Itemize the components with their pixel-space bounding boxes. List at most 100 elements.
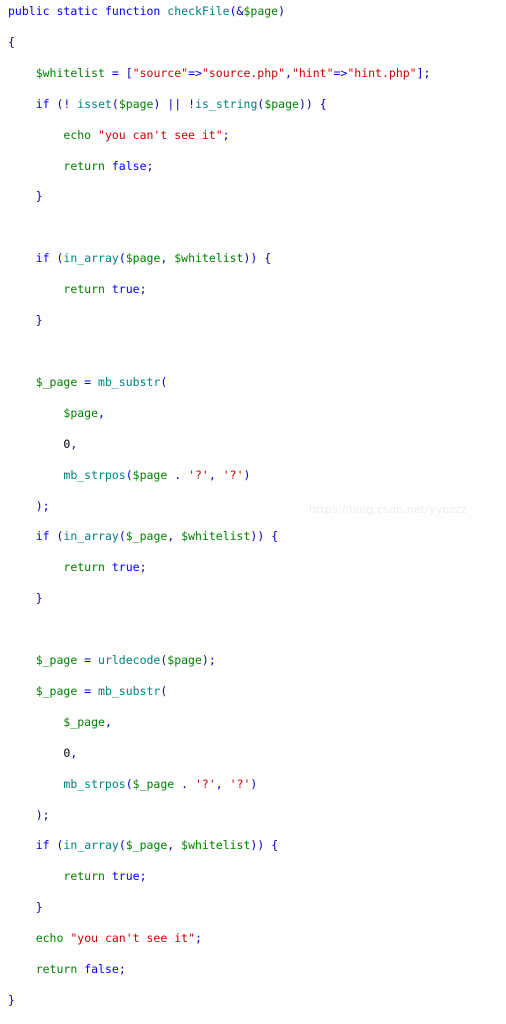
code-token-punc: {	[264, 529, 279, 544]
code-line: return false;	[8, 159, 506, 174]
code-token-punc: {	[8, 34, 15, 49]
code-token-var: $whitelist	[181, 838, 251, 853]
code-token-var: $page	[132, 467, 168, 482]
code-token-punc: }	[35, 189, 43, 204]
code-token-punc: ;	[139, 282, 147, 297]
code-token-punc: ))	[243, 251, 258, 266]
code-line: $_page = mb_substr(	[8, 375, 506, 390]
code-token-punc: );	[201, 653, 216, 668]
code-token-punc: (	[118, 838, 126, 853]
code-line: echo "you can't see it";	[8, 931, 506, 946]
code-line: ​	[8, 344, 506, 359]
code-token-echo: echo	[63, 127, 92, 142]
code-token-punc: [	[125, 65, 133, 80]
code-token-punc: )	[278, 4, 286, 18]
code-token-punc: ;	[194, 931, 202, 946]
code-token-punc: {	[312, 96, 327, 111]
code-token-punc: ;	[118, 962, 126, 977]
code-token-punc: (	[49, 251, 64, 266]
code-token-echo: return	[63, 560, 105, 575]
code-line: return false;	[8, 962, 506, 977]
code-token-const: false	[84, 962, 119, 977]
code-token-num: 0	[63, 745, 71, 760]
code-token-str: '?'	[195, 776, 216, 791]
code-token-punc: );	[35, 498, 50, 513]
code-token-punc: (	[125, 776, 133, 791]
code-token-fn: isset	[77, 96, 112, 111]
code-token-str: "you can't see it"	[98, 127, 223, 142]
code-line: ​	[8, 622, 506, 637]
code-token-str: "source.php"	[201, 65, 286, 80]
code-token-op: =	[77, 653, 99, 668]
code-token-var: $_page	[63, 714, 105, 729]
code-line: $_page = mb_substr(	[8, 684, 506, 699]
code-token-punc: ))	[250, 529, 265, 544]
code-token-kw: if	[35, 838, 50, 853]
code-token-const: true	[111, 869, 140, 884]
code-token-echo: echo	[35, 931, 64, 946]
code-line: );	[8, 808, 506, 823]
code-token-echo: return	[63, 869, 105, 884]
code-token-var: $_page	[125, 529, 168, 544]
code-token-punc: (	[118, 251, 126, 266]
code-line: mb_strpos($_page . '?', '?')	[8, 777, 506, 792]
code-token-punc: (	[160, 653, 168, 668]
code-token-const: true	[111, 560, 140, 575]
code-token-const: true	[111, 282, 140, 297]
code-token-fn: mb_strpos	[63, 467, 126, 482]
code-token-punc: ;	[139, 560, 147, 575]
code-line: }	[8, 591, 506, 606]
code-line: }	[8, 189, 506, 204]
code-token-var: $page	[264, 96, 299, 111]
code-token-fn: urldecode	[98, 653, 161, 668]
code-line: }	[8, 313, 506, 328]
code-line: if (in_array($_page, $whitelist)) {	[8, 529, 506, 544]
code-token-punc: ))	[250, 838, 265, 853]
code-token-op: =>	[333, 65, 348, 80]
code-viewer: public static function checkFile(&$page)…	[0, 0, 506, 1007]
source-code-block[interactable]: public static function checkFile(&$page)…	[8, 4, 506, 1024]
code-token-fn: mb_substr	[98, 374, 161, 389]
code-token-punc: }	[8, 993, 15, 1007]
code-line: 0,	[8, 437, 506, 452]
code-token-punc: ,	[208, 467, 223, 482]
code-token-punc: }	[35, 900, 43, 915]
code-line: $_page = urldecode($page);	[8, 653, 506, 668]
code-token-var: $_page	[35, 683, 78, 698]
code-line: }	[8, 900, 506, 915]
code-token-fn: checkFile	[167, 4, 230, 18]
code-token-kw: public	[8, 4, 50, 18]
code-token-punc: (	[160, 374, 168, 389]
code-token-str: "you can't see it"	[70, 931, 195, 946]
code-token-str: '?'	[229, 776, 251, 791]
code-line: $whitelist = ["source"=>"source.php","hi…	[8, 66, 506, 81]
code-token-punc: );	[35, 807, 50, 822]
code-line: }	[8, 993, 506, 1008]
code-token-fn: is_string	[195, 96, 258, 111]
code-line: $page,	[8, 406, 506, 421]
